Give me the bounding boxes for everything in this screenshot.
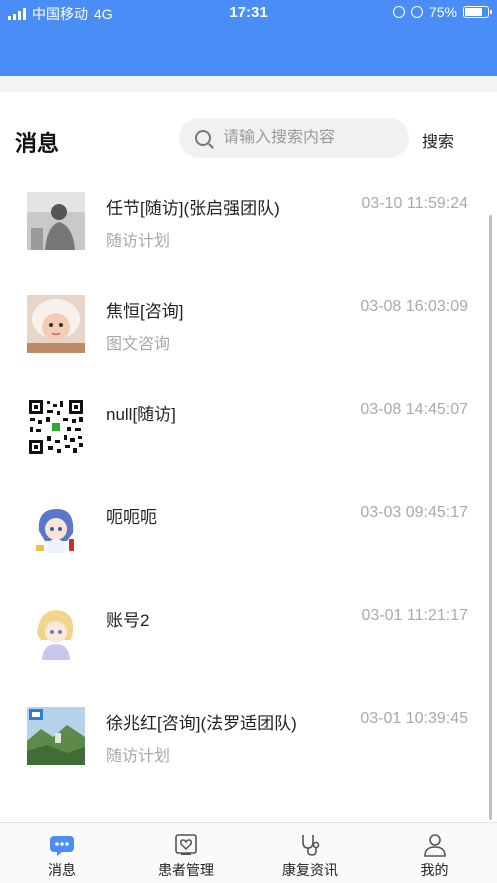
- message-subtitle: 随访计划: [106, 233, 171, 250]
- tab-label: 消息: [48, 862, 76, 878]
- message-time: 03-01 11:21:17: [361, 607, 468, 624]
- orientation-lock-icon: [392, 6, 405, 18]
- header-divider: [0, 76, 497, 92]
- tab-label: 患者管理: [158, 862, 214, 878]
- list-item[interactable]: 呃呃呃 03-03 09:45:17: [0, 491, 497, 595]
- page-header: 消息 搜索: [0, 92, 497, 182]
- message-title: 徐兆红[咨询](法罗适团队): [106, 714, 297, 733]
- heart-card-icon: [175, 834, 197, 855]
- avatar: [27, 501, 85, 559]
- message-time: 03-08 16:03:09: [360, 298, 468, 315]
- message-title: 呃呃呃: [106, 508, 157, 527]
- tab-label: 康复资讯: [282, 862, 338, 878]
- tab-messages[interactable]: 消息: [0, 823, 124, 883]
- avatar: [27, 295, 85, 353]
- message-time: 03-08 14:45:07: [360, 401, 468, 418]
- message-time: 03-10 11:59:24: [361, 195, 468, 212]
- search-input[interactable]: [223, 129, 393, 147]
- status-bar: 中国移动 4G 17:31 75%: [0, 0, 497, 76]
- message-title: 账号2: [106, 611, 150, 630]
- list-item[interactable]: 任节[随访](张启强团队) 随访计划 03-10 11:59:24: [0, 182, 497, 286]
- message-list[interactable]: 任节[随访](张启强团队) 随访计划 03-10 11:59:24 焦恒[咨询]…: [0, 182, 497, 822]
- avatar: [27, 707, 85, 765]
- tab-label: 我的: [420, 862, 449, 878]
- alarm-icon: [410, 6, 423, 18]
- search-box[interactable]: [179, 118, 409, 158]
- chat-bubble-icon: [50, 836, 74, 856]
- list-item[interactable]: null[随访] 03-08 14:45:07: [0, 388, 497, 492]
- tab-rehab-news[interactable]: 康复资讯: [248, 823, 372, 883]
- tab-mine[interactable]: 我的: [372, 823, 497, 883]
- avatar: [27, 192, 85, 250]
- stethoscope-icon: [302, 835, 320, 856]
- message-title: null[随访]: [106, 405, 176, 424]
- search-icon: [195, 130, 211, 146]
- message-subtitle: 图文咨询: [106, 336, 171, 353]
- list-item[interactable]: 账号2 03-01 11:21:17: [0, 594, 497, 698]
- search-button[interactable]: 搜索: [422, 128, 454, 152]
- tab-patient-management[interactable]: 患者管理: [124, 823, 248, 883]
- message-time: 03-01 10:39:45: [360, 710, 468, 727]
- bottom-tab-bar: 消息 患者管理 康复资讯 我的: [0, 822, 497, 883]
- battery-icon: [463, 6, 492, 18]
- message-subtitle: 随访计划: [106, 748, 171, 765]
- user-icon: [423, 834, 446, 857]
- page-title: 消息: [15, 131, 60, 156]
- message-time: 03-03 09:45:17: [360, 504, 468, 521]
- list-item[interactable]: 徐兆红[咨询](法罗适团队) 随访计划 03-01 10:39:45: [0, 697, 497, 801]
- avatar: [27, 604, 85, 662]
- battery-percent: 75%: [428, 4, 457, 20]
- qr-code-icon: [27, 398, 85, 456]
- message-title: 任节[随访](张启强团队): [106, 199, 280, 218]
- scrollbar[interactable]: [489, 215, 492, 820]
- list-item[interactable]: 焦恒[咨询] 图文咨询 03-08 16:03:09: [0, 285, 497, 389]
- message-title: 焦恒[咨询]: [106, 302, 184, 321]
